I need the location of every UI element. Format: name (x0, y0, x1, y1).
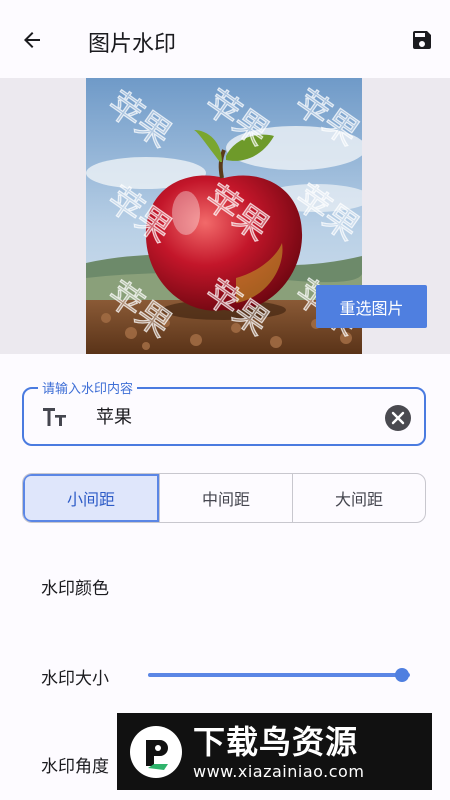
slider-track (148, 673, 410, 677)
site-watermark-title: 下载鸟资源 (193, 722, 359, 761)
arrow-left-icon (24, 32, 40, 48)
clear-icon (391, 411, 405, 425)
spacing-segmented-control: 小间距 中间距 大间距 (22, 473, 426, 523)
app-bar: 图片水印 (0, 0, 450, 78)
site-watermark-text: 下载鸟资源 www.xiazainiao.com (193, 722, 364, 782)
watermark-text-field[interactable]: 请输入水印内容 (22, 378, 426, 446)
watermark-size-slider[interactable] (148, 668, 410, 682)
spacing-option-small[interactable]: 小间距 (23, 474, 159, 522)
watermark-size-label: 水印大小 (41, 669, 109, 689)
slider-thumb[interactable] (395, 668, 410, 682)
watermark-angle-label: 水印角度 (41, 757, 109, 777)
watermark-text-input[interactable] (96, 405, 376, 426)
back-button[interactable] (14, 22, 50, 58)
watermark-text-label: 请输入水印内容 (38, 378, 138, 397)
spacing-option-large[interactable]: 大间距 (292, 474, 425, 522)
bird-logo-icon (125, 721, 187, 783)
site-watermark-banner: 下载鸟资源 www.xiazainiao.com (117, 713, 432, 790)
site-watermark-url: www.xiazainiao.com (193, 761, 365, 781)
text-format-icon (43, 408, 66, 426)
image-preview-area: 苹果 苹果 苹果 苹果 苹果 苹果 苹果 苹果 苹果 重选图片 (0, 78, 450, 354)
floppy-disk-icon (413, 31, 431, 49)
clear-text-button[interactable] (385, 405, 411, 431)
save-button[interactable] (404, 22, 440, 58)
page-title: 图片水印 (88, 32, 177, 57)
spacing-option-medium[interactable]: 中间距 (159, 474, 292, 522)
watermark-color-label[interactable]: 水印颜色 (41, 574, 109, 599)
reselect-image-button[interactable]: 重选图片 (316, 285, 427, 328)
